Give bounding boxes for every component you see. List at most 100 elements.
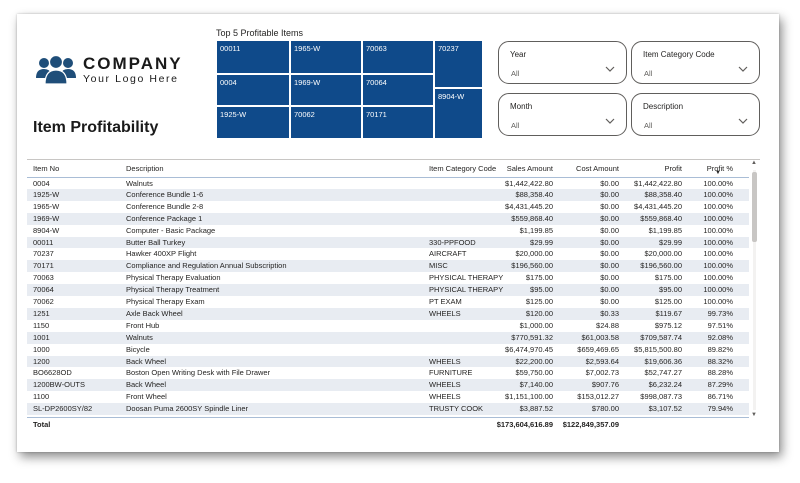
scroll-thumb[interactable] [752, 172, 757, 242]
cell-profit-pct: 100.00% [703, 285, 733, 295]
cell-sales: $4,431,445.20 [505, 201, 553, 211]
treemap-cell[interactable]: 70064 [362, 74, 434, 106]
slicer-title: Item Category Code [643, 50, 715, 59]
cell-cost: $0.00 [600, 249, 619, 259]
column-header-sales[interactable]: Sales Amount [507, 164, 553, 173]
table-header: Item No Description Item Category Code S… [27, 160, 749, 177]
cell-cost: $24.88 [596, 320, 619, 330]
cell-category: MISC [429, 261, 448, 271]
scroll-down-icon[interactable]: ▼ [751, 412, 757, 418]
month-slicer[interactable]: Month All [498, 93, 627, 136]
cell-item-no: BO6628OD [33, 368, 72, 378]
treemap-cell[interactable]: 1925-W [216, 106, 290, 139]
item-category-slicer[interactable]: Item Category Code All [631, 41, 760, 84]
table-row[interactable]: 1000 Bicycle $6,474,970.45 $659,469.65 $5,81… [27, 344, 749, 356]
cell-sales: $770,591.32 [511, 332, 553, 342]
column-header-item-no[interactable]: Item No [33, 164, 59, 173]
cell-profit: $998,087.73 [640, 392, 682, 402]
cell-description: Physical Therapy Evaluation [126, 273, 221, 283]
treemap-cell[interactable]: 70171 [362, 106, 434, 139]
table-row[interactable]: 1200 Back Wheel WHEELS $22,200.00 $2,593.64 $… [27, 355, 749, 368]
slicer-value[interactable]: All [644, 121, 652, 130]
treemap-cell[interactable]: 0004 [216, 74, 290, 106]
table-row[interactable]: 1251 Axle Back Wheel WHEELS $120.00 $0.33 $11… [27, 307, 749, 320]
column-header-description[interactable]: Description [126, 164, 164, 173]
cell-description: Back Wheel [126, 356, 167, 366]
treemap-cell[interactable]: 70062 [290, 106, 362, 139]
table-row[interactable]: 70064 Physical Therapy Treatment PHYSICAL … [27, 284, 749, 296]
people-icon [35, 54, 77, 86]
cell-sales: $88,358.40 [515, 189, 553, 199]
slicer-value[interactable]: All [511, 121, 519, 130]
cell-cost: $0.00 [600, 285, 619, 295]
column-header-category[interactable]: Item Category Code [429, 164, 496, 173]
cell-description: Compliance and Regulation Annual Subscri… [126, 261, 287, 271]
cell-cost: $0.00 [600, 273, 619, 283]
cell-description: Bicycle [126, 344, 150, 354]
cell-item-no: 70237 [33, 249, 54, 259]
table-row[interactable]: SL-DP2600SY/82 Doosan Puma 2600SY Spindle… [27, 403, 749, 415]
logo-tagline: Your Logo Here [83, 72, 179, 85]
slicer-value[interactable]: All [511, 69, 519, 78]
table-row[interactable]: 70171 Compliance and Regulation Annual Su… [27, 260, 749, 273]
total-sales: $173,604,616.89 [496, 420, 553, 429]
chevron-down-icon[interactable] [604, 64, 616, 74]
cell-category: PT EXAM [429, 297, 462, 306]
table-row[interactable]: BO6628OD Boston Open Writing Desk with Fi… [27, 367, 749, 379]
total-label: Total [33, 420, 51, 429]
chevron-down-icon[interactable] [604, 116, 616, 126]
cell-sales: $95.00 [530, 285, 553, 295]
description-slicer[interactable]: Description All [631, 93, 760, 136]
table-row[interactable]: 1969-W Conference Package 1 $559,868.40 $0.… [27, 212, 749, 225]
cell-cost: $0.00 [600, 261, 619, 271]
table-row[interactable]: 8904-W Computer - Basic Package $1,199.85 $… [27, 225, 749, 237]
cell-profit-pct: 97.51% [707, 320, 733, 330]
cell-item-no: 70062 [33, 297, 54, 306]
year-slicer[interactable]: Year All [498, 41, 627, 84]
cell-category: PHYSICAL THERAPY [429, 273, 504, 283]
scroll-up-icon[interactable]: ▲ [751, 160, 757, 166]
table-row[interactable]: 70062 Physical Therapy Exam PT EXAM $125.00… [27, 296, 749, 308]
cell-profit: $196,560.00 [640, 261, 682, 271]
table-row[interactable]: 1001 Walnuts $770,591.32 $61,003.58 $709,587… [27, 331, 749, 344]
cell-profit: $95.00 [659, 285, 682, 295]
cell-profit: $175.00 [654, 273, 682, 283]
table-row[interactable]: 70237 Hawker 400XP Flight AIRCRAFT $20,000.… [27, 248, 749, 260]
treemap-cell[interactable]: 8904-W [434, 88, 483, 139]
cell-profit: $3,107.52 [648, 404, 682, 414]
item-profit-table: Item No Description Item Category Code S… [27, 159, 760, 433]
cell-profit-pct: 86.71% [707, 392, 733, 402]
chevron-down-icon[interactable] [737, 116, 749, 126]
table-row[interactable]: 1100 Front Wheel WHEELS $1,151,100.00 $153,0… [27, 391, 749, 403]
treemap-cell[interactable]: 1965-W [290, 40, 362, 74]
cell-category: AIRCRAFT [429, 249, 467, 259]
column-header-profit[interactable]: Profit [664, 164, 682, 173]
cell-sales: $22,200.00 [515, 356, 553, 366]
cell-profit-pct: 100.00% [703, 261, 733, 271]
cell-category: WHEELS [429, 356, 461, 366]
cell-description: Physical Therapy Treatment [126, 285, 220, 295]
treemap-cell[interactable]: 70237 [434, 40, 483, 88]
cell-sales: $1,151,100.00 [505, 392, 553, 402]
table-row[interactable]: 1200BW-OUTS Back Wheel WHEELS $7,140.00 $907… [27, 379, 749, 392]
table-row[interactable]: 00011 Butter Ball Turkey 330-PPFOOD $29.99 $… [27, 236, 749, 249]
slicer-value[interactable]: All [644, 69, 652, 78]
cell-profit-pct: 92.08% [707, 332, 733, 342]
table-row[interactable]: 1925-W Conference Bundle 1-6 $88,358.40 $0.… [27, 188, 749, 201]
cell-profit-pct: 100.00% [703, 189, 733, 199]
treemap-cell[interactable]: 1969-W [290, 74, 362, 106]
top-profitable-treemap[interactable]: 00011 1965-W 70063 70237 0004 1969-W 700… [216, 40, 483, 139]
sort-descending-icon[interactable]: ▼ [715, 170, 721, 176]
cell-category: FURNITURE [429, 368, 473, 378]
treemap-cell[interactable]: 00011 [216, 40, 290, 74]
table-row[interactable]: 1150 Front Hub $1,000.00 $24.88 $975.12 97.51… [27, 320, 749, 332]
cell-profit: $4,431,445.20 [634, 201, 682, 211]
treemap-cell[interactable]: 70063 [362, 40, 434, 74]
column-header-cost[interactable]: Cost Amount [576, 164, 619, 173]
cell-item-no: SL-DP2600SY/82 [33, 404, 93, 414]
table-row[interactable]: 70063 Physical Therapy Evaluation PHYSICAL… [27, 272, 749, 284]
table-row[interactable]: 1965-W Conference Bundle 2-8 $4,431,445.20… [27, 201, 749, 213]
chevron-down-icon[interactable] [737, 64, 749, 74]
cell-category: 330-PPFOOD [429, 237, 476, 247]
vertical-scrollbar[interactable]: ▲ ▼ [751, 160, 758, 422]
